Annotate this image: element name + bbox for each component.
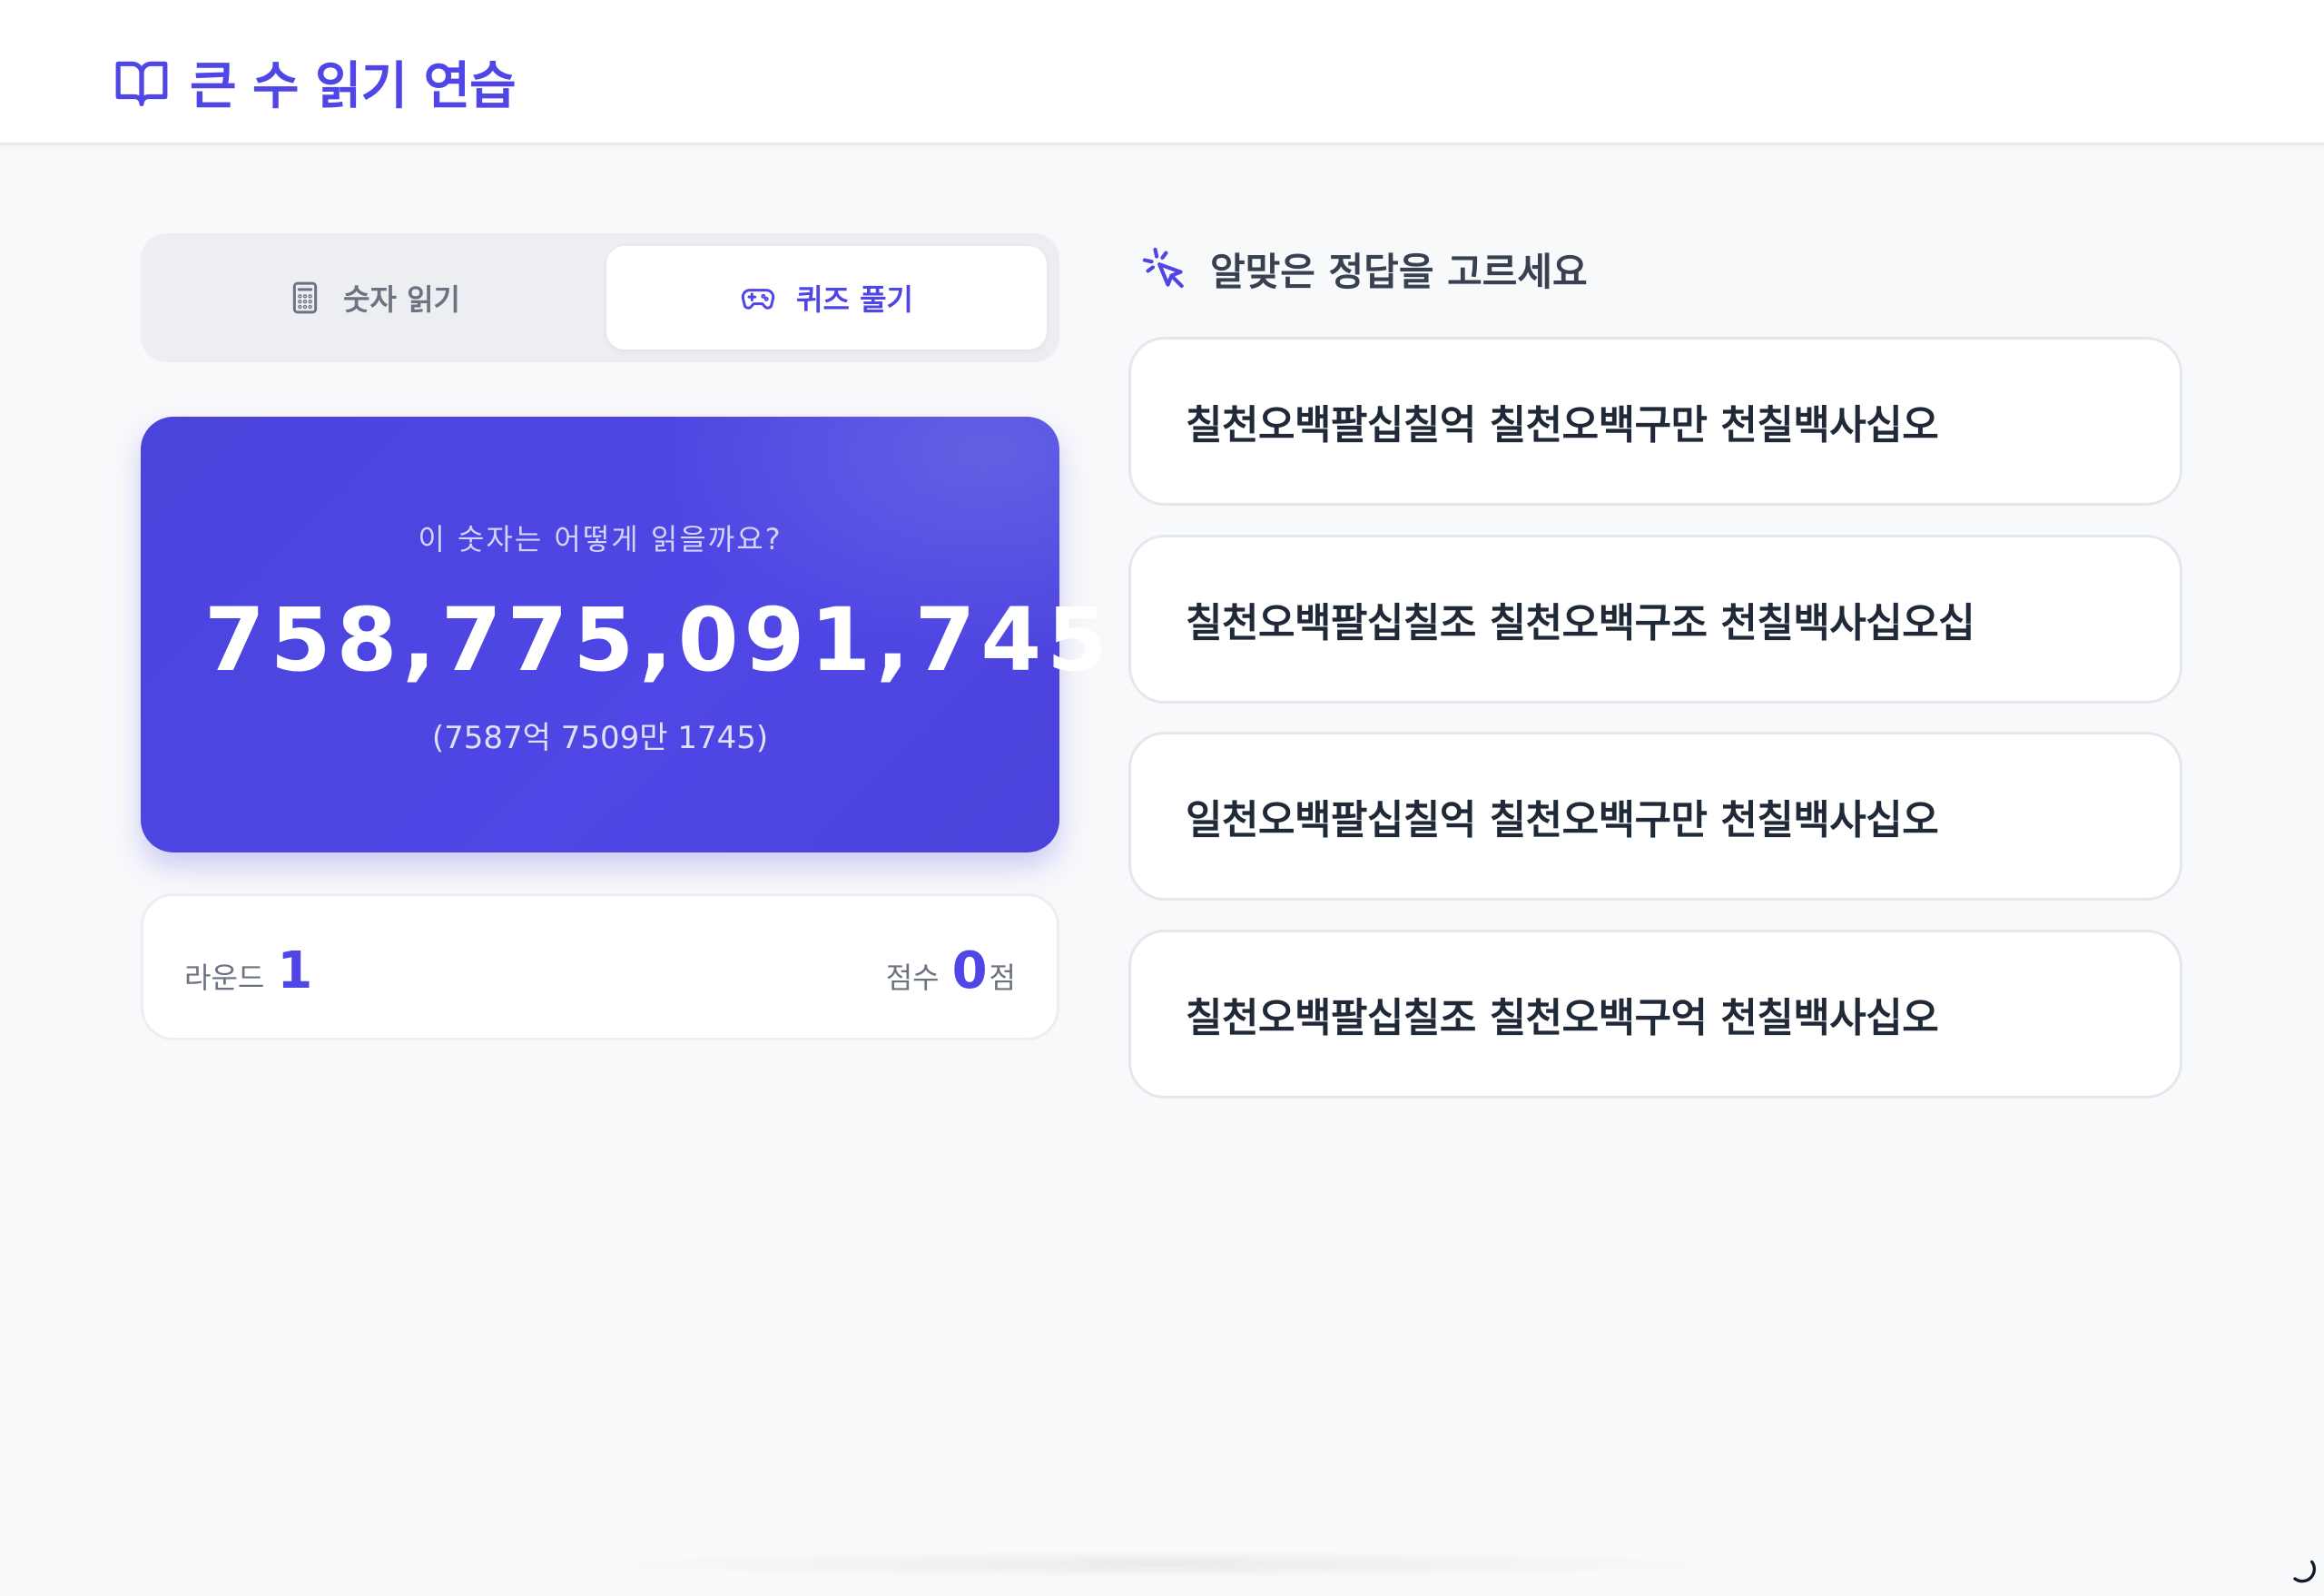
- calculator-icon: [292, 281, 318, 314]
- score-value: 0: [951, 941, 988, 1000]
- gamepad-icon: [741, 289, 775, 310]
- mode-tabs: 숫자 읽기 퀴즈 풀기: [141, 233, 1059, 362]
- header-brand: 큰 수 읽기 연습: [113, 45, 517, 119]
- tab-read-number-label: 숫자 읽기: [343, 282, 460, 317]
- quiz-prompt: 알맞은 정답을 고르세요: [1139, 241, 1588, 297]
- answer-option-2[interactable]: 칠천오백팔십칠조 칠천오백구조 천칠백사십오십: [1128, 535, 2182, 704]
- target-number: 758,775,091,745: [204, 589, 1113, 691]
- tab-read-number[interactable]: 숫자 읽기: [153, 246, 594, 350]
- bottom-shadow: [581, 1551, 1743, 1578]
- tab-quiz-label: 퀴즈 풀기: [796, 282, 913, 317]
- round-label: 라운드: [184, 961, 265, 995]
- quiz-prompt-text: 알맞은 정답을 고르세요: [1210, 250, 1588, 294]
- tab-quiz[interactable]: 퀴즈 풀기: [606, 246, 1047, 350]
- answer-option-3[interactable]: 일천오백팔십칠억 칠천오백구만 천칠백사십오: [1128, 732, 2182, 901]
- answer-option-4[interactable]: 칠천오백팔십칠조 칠천오백구억 천칠백사십오: [1128, 930, 2182, 1098]
- answer-option-1[interactable]: 칠천오백팔십칠억 칠천오백구만 천칠백사십오: [1128, 337, 2182, 506]
- page-title: 큰 수 읽기 연습: [190, 57, 517, 116]
- round-value: 1: [277, 941, 313, 1000]
- score-unit: 점: [989, 961, 1016, 995]
- score-label: 점수: [885, 961, 940, 995]
- question-text: 이 숫자는 어떻게 읽을까요?: [418, 522, 783, 557]
- score-card: 라운드 1 점수 0 점: [141, 893, 1059, 1040]
- cursor-click-icon: [1142, 247, 1184, 288]
- grouped-number: (7587억 7509만 1745): [431, 720, 769, 756]
- loading-spinner-icon: [2293, 1560, 2316, 1583]
- round-indicator: 라운드 1: [184, 941, 312, 1000]
- book-open-icon: [115, 61, 168, 106]
- app-header: 큰 수 읽기 연습: [0, 0, 2324, 145]
- number-card: 이 숫자는 어떻게 읽을까요? 758,775,091,745 (7587억 7…: [141, 417, 1113, 852]
- score-indicator: 점수 0 점: [886, 941, 1016, 1000]
